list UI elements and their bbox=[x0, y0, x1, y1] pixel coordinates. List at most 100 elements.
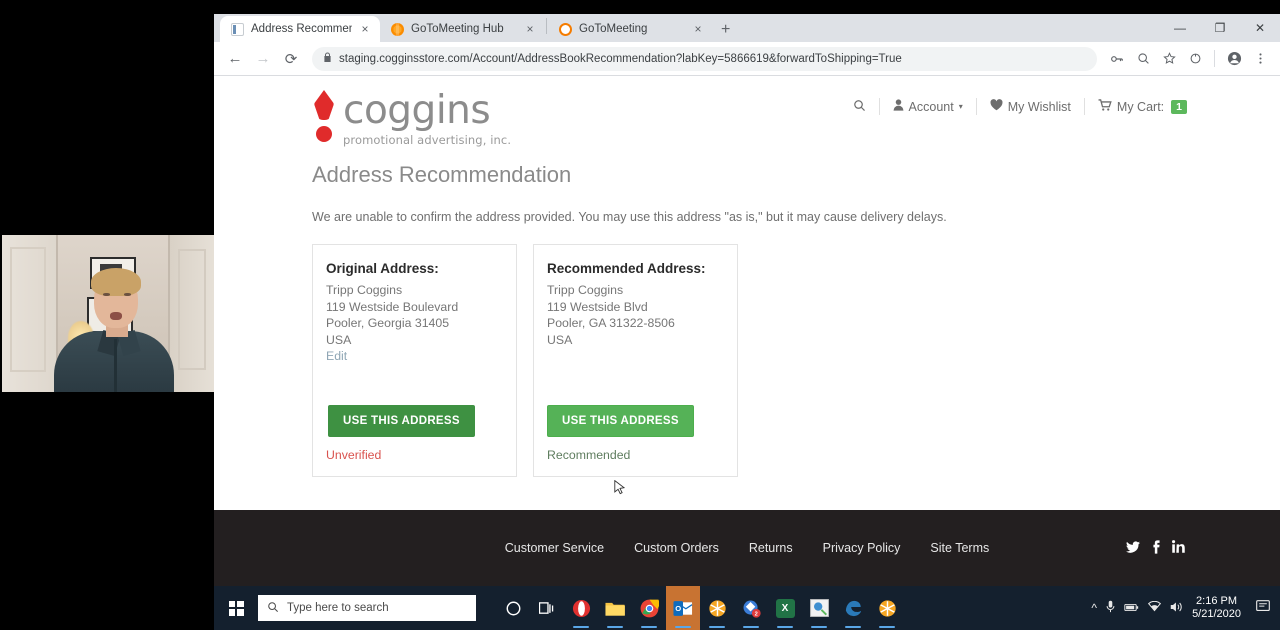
footer-link-privacy-policy[interactable]: Privacy Policy bbox=[823, 541, 901, 555]
status-badge-recommended: Recommended bbox=[547, 448, 631, 462]
account-menu[interactable]: Account ▾ bbox=[880, 99, 976, 114]
screen-recording: Address Recommendation - Dem × GoToMeeti… bbox=[0, 0, 1280, 630]
search-icon bbox=[853, 99, 866, 115]
address-line: Pooler, Georgia 31405 bbox=[326, 316, 450, 330]
windows-taskbar: Type here to search O 2 X ^ 2:16 PM 5/21… bbox=[214, 586, 1280, 630]
window-maximize-button[interactable]: ❐ bbox=[1200, 14, 1240, 42]
use-this-address-button-original[interactable]: USE THIS ADDRESS bbox=[328, 405, 475, 437]
search-button[interactable] bbox=[840, 99, 879, 115]
taskbar-apps: O 2 X bbox=[496, 586, 904, 630]
facebook-icon[interactable] bbox=[1152, 539, 1160, 557]
clock-date: 5/21/2020 bbox=[1192, 608, 1241, 620]
webcam-door-right bbox=[168, 235, 214, 392]
chrome-menu-icon[interactable] bbox=[1248, 47, 1272, 71]
svg-text:O: O bbox=[675, 604, 681, 613]
taskbar-app-gotomeeting-2[interactable] bbox=[870, 586, 904, 630]
account-label: Account bbox=[908, 99, 954, 114]
reload-button[interactable]: ⟳ bbox=[278, 46, 304, 72]
address-line: Tripp Coggins bbox=[547, 283, 624, 297]
webcam-person-hair bbox=[91, 268, 141, 296]
card-title: Recommended Address: bbox=[547, 261, 706, 276]
zoom-icon[interactable] bbox=[1131, 47, 1155, 71]
address-bar[interactable]: staging.cogginsstore.com/Account/Address… bbox=[312, 46, 1097, 71]
key-icon[interactable] bbox=[1105, 47, 1129, 71]
taskbar-app-notifications[interactable]: 2 bbox=[734, 586, 768, 630]
bookmark-star-icon[interactable] bbox=[1157, 47, 1181, 71]
webcam-person-eye-left bbox=[103, 293, 110, 296]
site-footer: Customer Service Custom Orders Returns P… bbox=[214, 510, 1280, 586]
cart-count-badge: 1 bbox=[1171, 99, 1187, 114]
edit-address-link[interactable]: Edit bbox=[326, 349, 503, 363]
microphone-icon[interactable] bbox=[1106, 600, 1115, 616]
page-description: We are unable to confirm the address pro… bbox=[312, 210, 947, 224]
cart-icon bbox=[1098, 99, 1112, 114]
document-icon bbox=[231, 22, 244, 36]
cart-link[interactable]: My Cart: 1 bbox=[1085, 99, 1200, 114]
taskbar-clock[interactable]: 2:16 PM 5/21/2020 bbox=[1192, 595, 1241, 621]
taskbar-app-outlook[interactable]: O bbox=[666, 586, 700, 630]
windows-logo-icon bbox=[228, 600, 244, 616]
page-title: Address Recommendation bbox=[312, 162, 572, 187]
tab-close-icon[interactable]: × bbox=[524, 23, 536, 35]
volume-icon[interactable] bbox=[1170, 601, 1183, 616]
person-icon bbox=[893, 99, 904, 114]
address-bar-url: staging.cogginsstore.com/Account/Address… bbox=[339, 52, 902, 65]
logo-wordmark: coggins bbox=[343, 88, 491, 133]
forward-button[interactable]: → bbox=[250, 46, 276, 72]
gotomeeting-hub-icon bbox=[391, 22, 404, 36]
address-line: Tripp Coggins bbox=[326, 283, 403, 297]
footer-link-returns[interactable]: Returns bbox=[749, 541, 793, 555]
mouse-cursor bbox=[614, 480, 625, 495]
battery-icon[interactable] bbox=[1124, 601, 1139, 615]
address-cards: Original Address: Tripp Coggins 119 West… bbox=[312, 244, 1182, 477]
address-line: 119 Westside Boulevard bbox=[326, 299, 459, 314]
twitter-icon[interactable] bbox=[1126, 540, 1140, 556]
use-this-address-button-recommended[interactable]: USE THIS ADDRESS bbox=[547, 405, 694, 437]
profile-avatar-icon[interactable] bbox=[1222, 47, 1246, 71]
cortana-button[interactable] bbox=[496, 586, 530, 630]
coggins-logo[interactable]: coggins promotional advertising, inc. bbox=[312, 90, 511, 147]
taskbar-search-input[interactable]: Type here to search bbox=[258, 595, 476, 621]
window-close-button[interactable]: ✕ bbox=[1240, 14, 1280, 42]
tray-expand-chevron-icon[interactable]: ^ bbox=[1091, 601, 1097, 615]
browser-toolbar: ← → ⟳ staging.cogginsstore.com/Account/A… bbox=[214, 42, 1280, 76]
taskbar-app-opera[interactable] bbox=[564, 586, 598, 630]
taskbar-app-gotomeeting[interactable] bbox=[700, 586, 734, 630]
tab-title: GoToMeeting bbox=[579, 23, 648, 35]
footer-link-customer-service[interactable]: Customer Service bbox=[505, 541, 604, 555]
extension-icon[interactable] bbox=[1183, 47, 1207, 71]
back-button[interactable]: ← bbox=[222, 46, 248, 72]
start-button[interactable] bbox=[214, 586, 258, 630]
taskbar-app-file-explorer[interactable] bbox=[598, 586, 632, 630]
toolbar-divider bbox=[1214, 50, 1215, 67]
browser-tab-gotomeeting[interactable]: GoToMeeting × bbox=[548, 16, 713, 42]
tab-close-icon[interactable]: × bbox=[692, 23, 704, 35]
wishlist-link[interactable]: My Wishlist bbox=[977, 99, 1084, 114]
linkedin-icon[interactable] bbox=[1172, 540, 1185, 556]
new-tab-button[interactable]: + bbox=[721, 22, 730, 38]
browser-tab-address-recommendation[interactable]: Address Recommendation - Dem × bbox=[220, 16, 380, 42]
taskbar-app-chrome[interactable] bbox=[632, 586, 666, 630]
tab-divider bbox=[546, 17, 547, 34]
webcam-door-left bbox=[2, 235, 58, 392]
footer-link-custom-orders[interactable]: Custom Orders bbox=[634, 541, 719, 555]
taskbar-app-screen-recorder[interactable] bbox=[802, 586, 836, 630]
cart-label: My Cart: bbox=[1116, 99, 1165, 114]
web-page: coggins promotional advertising, inc. Ac… bbox=[214, 76, 1280, 586]
exclamation-mark-icon bbox=[312, 90, 336, 146]
browser-tab-gotomeeting-hub[interactable]: GoToMeeting Hub × bbox=[380, 16, 545, 42]
logo-tagline: promotional advertising, inc. bbox=[343, 133, 512, 147]
task-view-button[interactable] bbox=[530, 586, 564, 630]
wifi-icon[interactable] bbox=[1147, 600, 1162, 615]
chevron-down-icon: ▾ bbox=[958, 102, 963, 111]
action-center-icon[interactable] bbox=[1256, 600, 1270, 616]
webcam-shirt-placket bbox=[114, 339, 117, 392]
taskbar-app-edge[interactable] bbox=[836, 586, 870, 630]
taskbar-app-excel[interactable]: X bbox=[768, 586, 802, 630]
recommended-address-card: Recommended Address: Tripp Coggins 119 W… bbox=[533, 244, 738, 477]
taskbar-search-placeholder: Type here to search bbox=[287, 602, 389, 614]
address-line: 119 Westside Blvd bbox=[547, 299, 648, 314]
footer-link-site-terms[interactable]: Site Terms bbox=[930, 541, 989, 555]
tab-close-icon[interactable]: × bbox=[359, 23, 371, 35]
window-minimize-button[interactable]: — bbox=[1160, 14, 1200, 42]
